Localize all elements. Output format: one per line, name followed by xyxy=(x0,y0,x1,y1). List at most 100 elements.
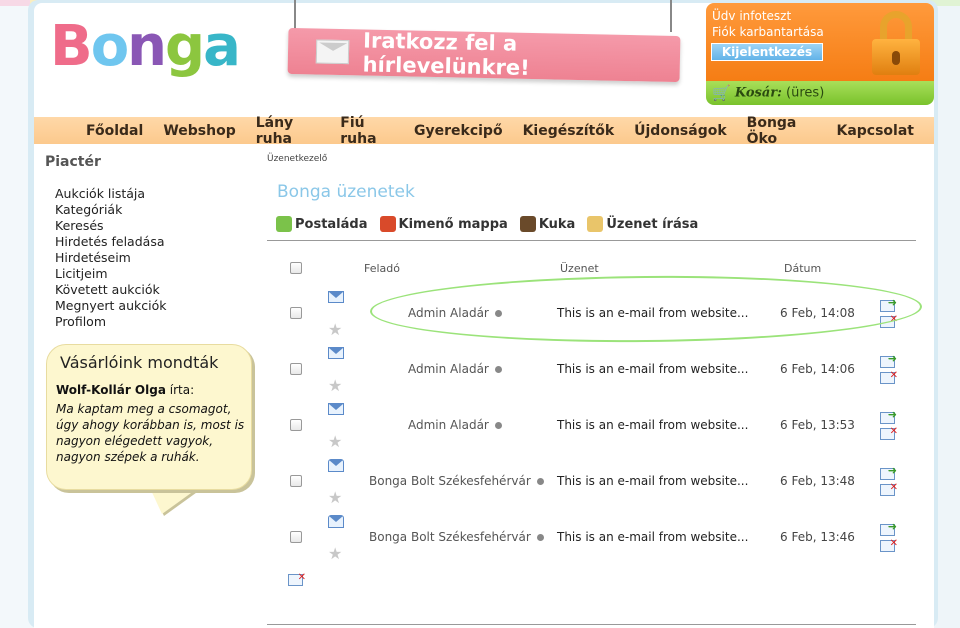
lock-icon xyxy=(872,11,920,75)
message-preview[interactable]: This is an e-mail from website... xyxy=(557,530,748,544)
star-icon[interactable]: ★ xyxy=(328,320,342,339)
sidebar-item[interactable]: Aukciók listája xyxy=(55,186,167,202)
testimonial-author: Wolf-Kollár Olga írta: xyxy=(56,383,194,397)
sidebar-item[interactable]: Hirdetéseim xyxy=(55,250,167,266)
sidebar-title: Piactér xyxy=(45,154,101,170)
status-dot xyxy=(536,534,544,541)
delete-selected-icon[interactable] xyxy=(288,572,306,586)
row-checkbox[interactable] xyxy=(290,363,302,375)
sidebar-item[interactable]: Keresés xyxy=(55,218,167,234)
message-preview[interactable]: This is an e-mail from website... xyxy=(557,474,748,488)
account-greeting: Üdv infoteszt xyxy=(712,9,792,23)
bonga-logo[interactable]: Bonga xyxy=(50,14,241,84)
sidebar-item[interactable]: Követett aukciók xyxy=(55,282,167,298)
read-mail-icon xyxy=(328,515,344,528)
message-date: 6 Feb, 13:48 xyxy=(780,474,855,488)
delete-icon[interactable] xyxy=(880,370,898,384)
unread-mail-icon xyxy=(328,291,344,303)
outbox-icon xyxy=(379,216,396,232)
logo-letter: n xyxy=(127,14,167,79)
outbox-label: Kimenő mappa xyxy=(398,216,508,232)
nav-item-ujdonsagok[interactable]: Újdonságok xyxy=(634,123,727,139)
compose-label: Üzenet írása xyxy=(606,216,699,232)
message-preview[interactable]: This is an e-mail from website... xyxy=(557,362,748,376)
outbox-button[interactable]: Kimenő mappa xyxy=(379,216,508,232)
compose-button[interactable]: Üzenet írása xyxy=(587,216,698,232)
forward-icon[interactable] xyxy=(880,464,897,480)
nav-item-bonga-oko[interactable]: Bonga Öko xyxy=(747,115,817,147)
sidebar-item[interactable]: Licitjeim xyxy=(55,266,167,282)
sidebar-item[interactable]: Megnyert aukciók xyxy=(55,298,167,314)
nav-item-gyerekcipo[interactable]: Gyerekcipő xyxy=(414,123,503,139)
sender-name: Admin Aladár xyxy=(408,418,489,432)
nav-item-lany-ruha[interactable]: Lány ruha xyxy=(256,115,321,147)
logout-button[interactable]: Kijelentkezés xyxy=(711,43,823,61)
newsletter-label: Iratkozz fel a hírlevelünkre! xyxy=(362,28,531,80)
inbox-button[interactable]: Postaláda xyxy=(276,216,368,232)
nav-item-webshop[interactable]: Webshop xyxy=(163,123,235,139)
newsletter-banner[interactable]: Iratkozz fel a hírlevelünkre! xyxy=(287,0,681,85)
column-header-date[interactable]: Dátum xyxy=(784,262,821,275)
forward-icon[interactable] xyxy=(880,352,897,368)
message-sender[interactable]: Admin Aladár xyxy=(408,418,502,432)
row-checkbox[interactable] xyxy=(290,531,302,543)
select-all-checkbox[interactable] xyxy=(290,262,302,274)
inbox-icon xyxy=(276,216,292,232)
sender-name: Admin Aladár xyxy=(408,362,489,376)
envelope-icon xyxy=(315,39,350,65)
main-nav: Főoldal Webshop Lány ruha Fiú ruha Gyere… xyxy=(34,115,934,147)
cart-icon: 🛒 xyxy=(712,84,731,102)
status-dot xyxy=(494,366,502,373)
message-sender[interactable]: Bonga Bolt Székesfehérvár xyxy=(369,530,544,544)
nav-item-kiegeszitok[interactable]: Kiegészítők xyxy=(523,123,615,139)
nav-item-kapcsolat[interactable]: Kapcsolat xyxy=(836,123,914,139)
sidebar-item[interactable]: Kategóriák xyxy=(55,202,167,218)
divider xyxy=(267,240,916,241)
star-icon[interactable]: ★ xyxy=(328,488,342,507)
trash-button[interactable]: Kuka xyxy=(519,216,576,232)
delete-icon[interactable] xyxy=(880,482,898,496)
author-suffix: írta: xyxy=(169,383,195,397)
account-box: Üdv infoteszt Fiók karbantartása Kijelen… xyxy=(706,3,934,81)
message-date: 6 Feb, 13:53 xyxy=(780,418,855,432)
message-toolbar: Postaláda Kimenő mappa Kuka Üzenet írása xyxy=(276,216,710,232)
delete-icon[interactable] xyxy=(880,426,898,440)
star-icon[interactable]: ★ xyxy=(328,544,342,563)
message-sender[interactable]: Admin Aladár xyxy=(408,362,502,376)
testimonial-bubble: Vásárlóink mondták Wolf-Kollár Olga írta… xyxy=(46,344,252,490)
banner-string xyxy=(670,0,672,32)
row-checkbox[interactable] xyxy=(290,475,302,487)
logo-letter: B xyxy=(50,14,93,79)
speech-bubble-tail xyxy=(150,488,198,514)
cart-label: Kosár: xyxy=(734,85,782,101)
message-preview[interactable]: This is an e-mail from website... xyxy=(557,418,748,432)
logo-letter: o xyxy=(90,14,130,79)
newsletter-button[interactable]: Iratkozz fel a hírlevelünkre! xyxy=(287,27,681,83)
account-settings-link[interactable]: Fiók karbantartása xyxy=(712,25,824,39)
message-sender[interactable]: Bonga Bolt Székesfehérvár xyxy=(369,474,544,488)
forward-icon[interactable] xyxy=(880,408,897,424)
star-icon[interactable]: ★ xyxy=(328,432,342,451)
delete-icon[interactable] xyxy=(880,538,898,552)
sidebar-item[interactable]: Hirdetés feladása xyxy=(55,234,167,250)
trash-icon xyxy=(519,216,536,232)
nav-item-fiu-ruha[interactable]: Fiú ruha xyxy=(340,115,394,147)
row-checkbox[interactable] xyxy=(290,419,302,431)
sidebar-menu: Aukciók listája Kategóriák Keresés Hirde… xyxy=(55,186,167,330)
column-header-sender[interactable]: Feladó xyxy=(364,262,400,275)
testimonial-quote: Ma kaptam meg a csomagot, úgy ahogy korá… xyxy=(56,402,245,464)
trash-label: Kuka xyxy=(538,216,576,232)
read-mail-icon xyxy=(328,459,344,472)
column-header-message[interactable]: Üzenet xyxy=(560,262,599,275)
row-checkbox[interactable] xyxy=(290,307,302,319)
cart-bar[interactable]: 🛒 Kosár: (üres) xyxy=(706,81,934,105)
nav-item-fooldal[interactable]: Főoldal xyxy=(86,123,143,139)
message-date: 6 Feb, 13:46 xyxy=(780,530,855,544)
breadcrumb[interactable]: Üzenetkezelő xyxy=(267,154,327,164)
forward-icon[interactable] xyxy=(880,520,897,536)
sender-name: Bonga Bolt Székesfehérvár xyxy=(369,474,531,488)
sender-name: Bonga Bolt Székesfehérvár xyxy=(369,530,531,544)
star-icon[interactable]: ★ xyxy=(328,376,342,395)
logo-letter: g xyxy=(165,14,205,79)
sidebar-item[interactable]: Profilom xyxy=(55,314,167,330)
